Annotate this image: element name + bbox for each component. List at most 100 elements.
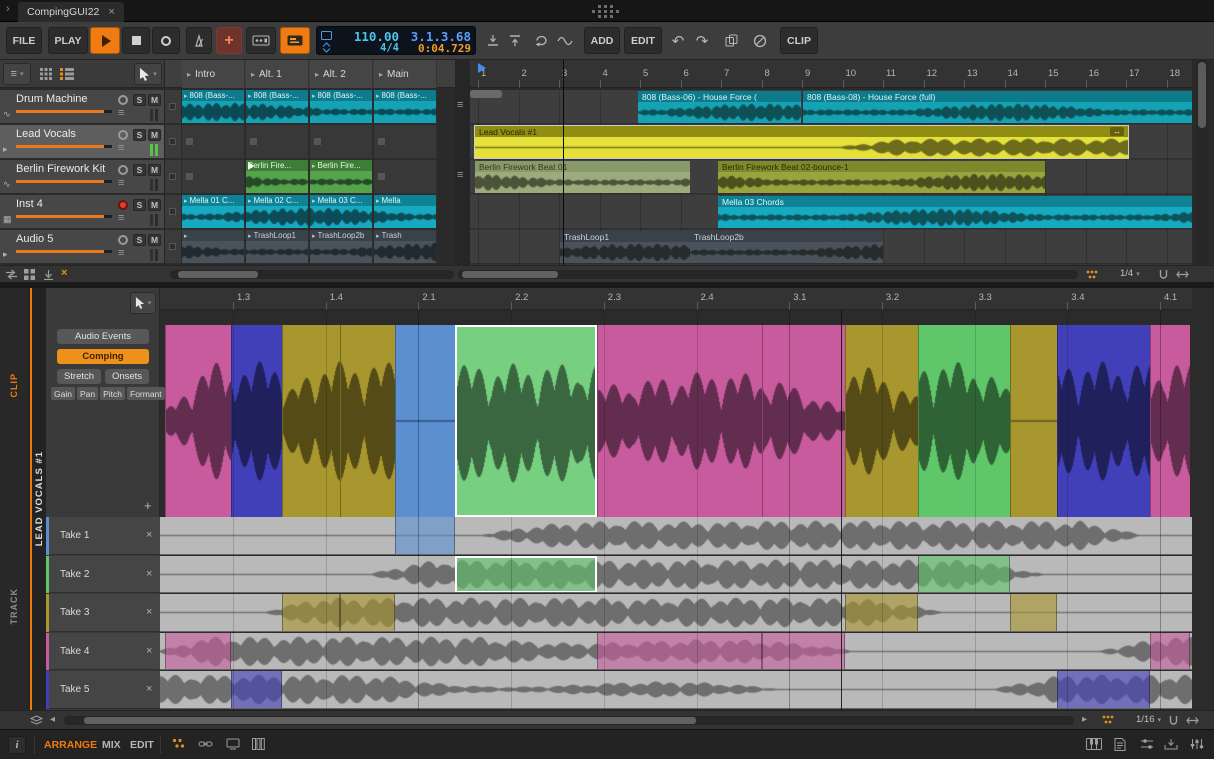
- solo-button[interactable]: S: [133, 129, 146, 141]
- timeline-hscrollbar[interactable]: [458, 270, 1078, 279]
- beat-grid-icon[interactable]: [1086, 270, 1098, 280]
- arranger-clip[interactable]: Mella 03 Chords: [718, 196, 1192, 228]
- scrollbar-handle[interactable]: [178, 271, 258, 278]
- launcher-clip[interactable]: ▸Mella: [374, 195, 436, 228]
- clip-slot[interactable]: ▸TrashLoop2b: [310, 230, 373, 264]
- arranger-snap-setting[interactable]: 1/4▾: [1120, 268, 1140, 279]
- clip-stop-cell[interactable]: [165, 90, 181, 124]
- monitor-button[interactable]: [118, 95, 128, 105]
- clip-launch-icon[interactable]: ▸: [312, 197, 316, 205]
- clip-launch-icon[interactable]: ▸: [184, 232, 188, 240]
- clip-stop-cell[interactable]: [165, 125, 181, 159]
- clip-slot[interactable]: [374, 160, 437, 194]
- track-menu-icon[interactable]: ≡: [118, 212, 124, 224]
- comp-main-lane[interactable]: [160, 325, 1192, 517]
- stretch-button[interactable]: Stretch: [57, 369, 101, 384]
- punch-out-button[interactable]: [506, 27, 524, 54]
- take-lane[interactable]: [160, 633, 1192, 671]
- clip-launch-icon[interactable]: ▸: [248, 197, 252, 205]
- close-crosses-icon[interactable]: ×: [61, 267, 67, 279]
- adaptive-grid-icon[interactable]: [1176, 269, 1189, 280]
- grid-icon[interactable]: [24, 269, 35, 280]
- metronome-button[interactable]: [186, 27, 212, 54]
- monitor-button[interactable]: [118, 200, 128, 210]
- comp-segment[interactable]: [282, 325, 340, 517]
- take-remove-icon[interactable]: ×: [146, 529, 152, 541]
- track-header[interactable]: Inst 4▦SM≡: [0, 195, 165, 229]
- display-icon[interactable]: [226, 738, 240, 750]
- comp-segment[interactable]: [231, 325, 282, 517]
- tempo-nudge-buttons[interactable]: [321, 42, 332, 53]
- launcher-clip[interactable]: ▸Trash: [374, 230, 436, 263]
- clip-launch-icon[interactable]: ▸: [312, 162, 316, 170]
- track-header[interactable]: Drum Machine∿SM≡: [0, 90, 165, 124]
- comp-segment[interactable]: [455, 325, 597, 517]
- take-label-row[interactable]: Take 1×: [46, 517, 160, 555]
- play-menu-button[interactable]: PLAY: [48, 27, 88, 54]
- clip-launch-icon[interactable]: ▸: [312, 92, 316, 100]
- arrange-view-button[interactable]: ARRANGE: [44, 739, 97, 751]
- comp-segment[interactable]: [1150, 325, 1190, 517]
- edit-view-button[interactable]: EDIT: [130, 739, 154, 751]
- launcher-clip[interactable]: ▸Mella 01 C...: [182, 195, 244, 228]
- mute-button[interactable]: M: [148, 234, 161, 246]
- track-header[interactable]: Audio 5▸SM≡: [0, 230, 165, 264]
- clip-loop-icon[interactable]: ↔: [1110, 127, 1124, 136]
- arranger-clip[interactable]: Lead Vocals #1↔: [475, 126, 1128, 158]
- snap-magnet-icon[interactable]: [1168, 715, 1179, 726]
- clip-slot[interactable]: ▸Mella 01 C...: [182, 195, 245, 229]
- copy-button[interactable]: [720, 27, 742, 54]
- clip-launch-icon[interactable]: ▸: [376, 232, 380, 240]
- browser-panel-icon[interactable]: [1164, 738, 1178, 750]
- audio-events-button[interactable]: Audio Events: [57, 329, 149, 344]
- volume-bar[interactable]: [16, 215, 112, 218]
- comp-segment[interactable]: [395, 325, 455, 517]
- comp-segment[interactable]: [1010, 325, 1057, 517]
- info-button[interactable]: i: [8, 736, 26, 754]
- launcher-hscrollbar[interactable]: [170, 270, 454, 279]
- arranger-vertical-scrollbar[interactable]: [1196, 60, 1208, 265]
- take-used-region[interactable]: [340, 594, 395, 632]
- launcher-clip[interactable]: ▸808 (Bass-...: [374, 90, 436, 123]
- clip-slot[interactable]: ▸Berlin Fire...: [310, 160, 373, 194]
- onsets-button[interactable]: Onsets: [105, 369, 149, 384]
- record-button[interactable]: [152, 27, 180, 54]
- track-header[interactable]: Lead Vocals▸SM≡: [0, 125, 165, 159]
- scene-launch-icon[interactable]: ▸: [251, 70, 255, 79]
- launcher-clip[interactable]: ▸Mella 03 C...: [310, 195, 372, 228]
- punch-in-button[interactable]: [484, 27, 502, 54]
- scene-launch-icon[interactable]: ▸: [187, 70, 191, 79]
- gain-chip[interactable]: Gain: [51, 387, 75, 400]
- groove-button[interactable]: [554, 27, 576, 54]
- launcher-clip[interactable]: ▸: [182, 230, 244, 263]
- add-lane-button[interactable]: +: [144, 498, 152, 513]
- clip-slot[interactable]: ▸Mella 03 C...: [310, 195, 373, 229]
- arranger-clip[interactable]: TrashLoop1: [560, 231, 690, 263]
- launcher-clip[interactable]: ▸808 (Bass-...: [182, 90, 244, 123]
- arranger-clip[interactable]: Berlin Firework Beat 02-bounce-1: [718, 161, 1045, 193]
- clip-launch-icon[interactable]: ▸: [312, 232, 316, 240]
- arranger-clip[interactable]: TrashLoop2b: [690, 231, 883, 263]
- add-button[interactable]: ADD: [584, 27, 620, 54]
- launcher-clip[interactable]: ▸Berlin Fire...: [310, 160, 372, 193]
- take-lane[interactable]: [160, 671, 1192, 709]
- mute-button[interactable]: M: [148, 129, 161, 141]
- arranger-timeline[interactable]: 808 (Bass-06) - House Force (808 (Bass-0…: [470, 90, 1192, 265]
- scene-header[interactable]: ▸Alt. 1: [246, 60, 309, 88]
- take-used-region[interactable]: [597, 633, 762, 671]
- clip-slot[interactable]: [182, 160, 245, 194]
- take-lane[interactable]: [160, 594, 1192, 632]
- take-label-row[interactable]: Take 4×: [46, 633, 160, 671]
- tab-clip[interactable]: CLIP: [9, 373, 19, 398]
- add-track-button[interactable]: +: [216, 27, 242, 54]
- redo-button[interactable]: ↷: [692, 27, 712, 54]
- arranger-clip[interactable]: Berlin Firework Beat 01: [475, 161, 690, 193]
- clip-slot[interactable]: [246, 125, 309, 159]
- comp-segment[interactable]: [845, 325, 918, 517]
- track-menu-icon[interactable]: ≡: [118, 247, 124, 259]
- launcher-clip[interactable]: ▸Mella 02 C...: [246, 195, 308, 228]
- clip-slot[interactable]: ▸TrashLoop1: [246, 230, 309, 264]
- comping-button[interactable]: Comping: [57, 349, 149, 364]
- volume-bar[interactable]: [16, 110, 112, 113]
- group-menu-icon[interactable]: ≡: [457, 169, 463, 181]
